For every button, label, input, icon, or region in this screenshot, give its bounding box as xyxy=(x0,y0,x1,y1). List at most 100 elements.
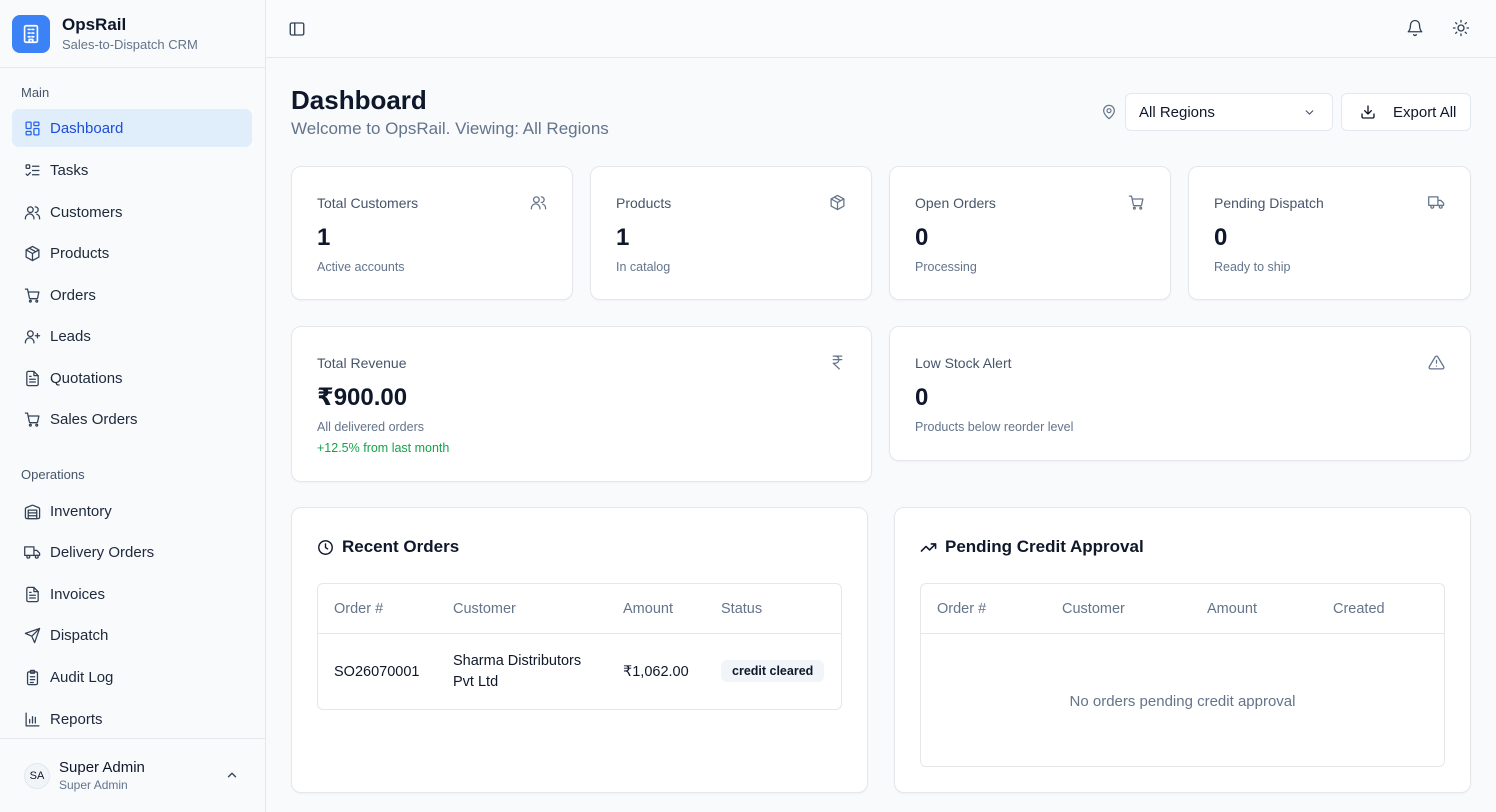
user-role: Super Admin xyxy=(59,777,128,792)
bell-icon[interactable] xyxy=(1406,19,1424,37)
column-header: Customer xyxy=(453,601,516,617)
sidebar-item-invoices[interactable]: Invoices xyxy=(12,575,252,613)
sidebar-item-label: Audit Log xyxy=(50,668,114,686)
sidebar-item-label: Leads xyxy=(50,327,91,345)
empty-state-message: No orders pending credit approval xyxy=(1069,693,1296,710)
table-row[interactable]: SO26070001 Sharma Distributors Pvt Ltd ₹… xyxy=(318,634,841,709)
clipboard-list-icon xyxy=(26,669,39,685)
pending-credit-title: Pending Credit Approval xyxy=(920,537,1144,557)
region-select[interactable]: All Regions xyxy=(1125,93,1333,131)
stat-card-total-revenue: Total Revenue ₹900.00 All delivered orde… xyxy=(291,326,872,482)
chevron-up-icon[interactable] xyxy=(225,768,239,782)
sidebar: OpsRail Sales-to-Dispatch CRM Main Dashb… xyxy=(0,0,266,812)
stat-card-open-orders: Open Orders 0 Processing xyxy=(889,166,1171,300)
alert-triangle-icon xyxy=(1428,355,1445,370)
sidebar-item-sales-orders[interactable]: Sales Orders xyxy=(12,400,252,438)
sidebar-item-dispatch[interactable]: Dispatch xyxy=(12,616,252,654)
stat-caption: Products below reorder level xyxy=(915,420,1074,434)
panel-title-text: Recent Orders xyxy=(342,537,460,556)
package-icon xyxy=(830,194,845,211)
column-header: Created xyxy=(1333,601,1385,617)
stat-card-low-stock-alert: Low Stock Alert 0 Products below reorder… xyxy=(889,326,1471,461)
sidebar-item-label: Products xyxy=(50,244,110,262)
sidebar-item-label: Sales Orders xyxy=(50,410,138,428)
stat-label: Open Orders xyxy=(915,195,996,211)
column-header: Status xyxy=(721,601,763,617)
export-all-button[interactable]: Export All xyxy=(1341,93,1471,131)
stat-label: Pending Dispatch xyxy=(1214,195,1324,211)
sidebar-item-label: Tasks xyxy=(50,161,89,179)
stat-caption: In catalog xyxy=(616,260,671,274)
stat-trend: +12.5% from last month xyxy=(317,441,450,455)
region-select-value: All Regions xyxy=(1139,103,1215,121)
stat-value: 1 xyxy=(317,224,331,251)
sidebar-toggle-icon[interactable] xyxy=(288,20,306,38)
sidebar-item-leads[interactable]: Leads xyxy=(12,317,252,355)
building-icon xyxy=(12,14,50,53)
shopping-cart-icon xyxy=(24,287,40,303)
sidebar-item-label: Orders xyxy=(50,286,96,304)
sidebar-item-label: Invoices xyxy=(50,585,106,603)
download-icon xyxy=(1361,105,1375,119)
sidebar-item-audit-log[interactable]: Audit Log xyxy=(12,658,252,696)
recent-orders-title: Recent Orders xyxy=(317,537,459,557)
sidebar-item-reports[interactable]: Reports xyxy=(12,700,252,738)
sidebar-item-label: Customers xyxy=(50,203,123,221)
users-icon xyxy=(530,196,547,210)
brand[interactable]: OpsRail Sales-to-Dispatch CRM xyxy=(0,0,265,68)
export-all-label: Export All xyxy=(1393,103,1457,121)
package-icon xyxy=(25,245,40,261)
map-pin-icon xyxy=(1103,104,1115,120)
user-menu[interactable]: SA Super Admin Super Admin xyxy=(0,738,265,812)
sidebar-item-label: Inventory xyxy=(50,502,112,520)
sidebar-item-dashboard[interactable]: Dashboard xyxy=(12,109,252,147)
column-header: Amount xyxy=(1207,601,1257,617)
trending-up-icon xyxy=(920,542,937,552)
panel-title-text: Pending Credit Approval xyxy=(945,537,1144,556)
sidebar-item-orders[interactable]: Orders xyxy=(12,276,252,314)
avatar: SA xyxy=(24,762,50,789)
recent-orders-table: Order # Customer Amount Status SO2607000… xyxy=(317,583,842,710)
sidebar-item-customers[interactable]: Customers xyxy=(12,193,252,231)
warehouse-icon xyxy=(24,504,41,519)
sidebar-item-quotations[interactable]: Quotations xyxy=(12,359,252,397)
stat-label: Total Customers xyxy=(317,195,419,211)
file-text-icon xyxy=(26,370,39,386)
customer-name: Sharma Distributors Pvt Ltd xyxy=(453,653,582,690)
stat-value: 0 xyxy=(1214,224,1228,251)
sidebar-item-delivery-orders[interactable]: Delivery Orders xyxy=(12,533,252,571)
main-content: Dashboard Welcome to OpsRail. Viewing: A… xyxy=(266,58,1496,812)
brand-name: OpsRail xyxy=(62,14,127,34)
user-name: Super Admin xyxy=(59,758,145,776)
stat-caption: Processing xyxy=(915,260,977,274)
stat-label: Total Revenue xyxy=(317,355,407,371)
order-number: SO26070001 xyxy=(334,664,420,680)
user-plus-icon xyxy=(24,329,41,344)
table-header: Order # Customer Amount Status xyxy=(318,584,841,634)
sidebar-item-label: Delivery Orders xyxy=(50,543,155,561)
stat-label: Low Stock Alert xyxy=(915,355,1012,371)
sun-icon[interactable] xyxy=(1452,19,1470,37)
shopping-cart-icon xyxy=(1128,195,1144,210)
recent-orders-panel: Recent Orders Order # Customer Amount St… xyxy=(291,507,868,793)
column-header: Order # xyxy=(937,601,987,617)
clock-icon xyxy=(318,539,333,555)
bar-chart-icon xyxy=(25,711,40,727)
sidebar-item-tasks[interactable]: Tasks xyxy=(12,151,252,189)
page-subtitle: Welcome to OpsRail. Viewing: All Regions xyxy=(291,119,609,138)
truck-icon xyxy=(1428,196,1445,209)
stat-label: Products xyxy=(616,195,672,211)
sidebar-item-label: Quotations xyxy=(50,369,123,387)
sidebar-item-label: Reports xyxy=(50,710,103,728)
sidebar-item-label: Dispatch xyxy=(50,626,109,644)
sidebar-item-products[interactable]: Products xyxy=(12,234,252,272)
table-header: Order # Customer Amount Created xyxy=(921,584,1444,634)
sidebar-item-inventory[interactable]: Inventory xyxy=(12,492,252,530)
stat-value: 1 xyxy=(616,224,630,251)
chevron-down-icon xyxy=(1305,110,1314,115)
column-header: Customer xyxy=(1062,601,1125,617)
pending-credit-table: Order # Customer Amount Created No order… xyxy=(920,583,1445,767)
pending-credit-approval-panel: Pending Credit Approval Order # Customer… xyxy=(894,507,1471,793)
sidebar-item-label: Dashboard xyxy=(50,119,124,137)
stat-caption: Active accounts xyxy=(317,260,405,274)
